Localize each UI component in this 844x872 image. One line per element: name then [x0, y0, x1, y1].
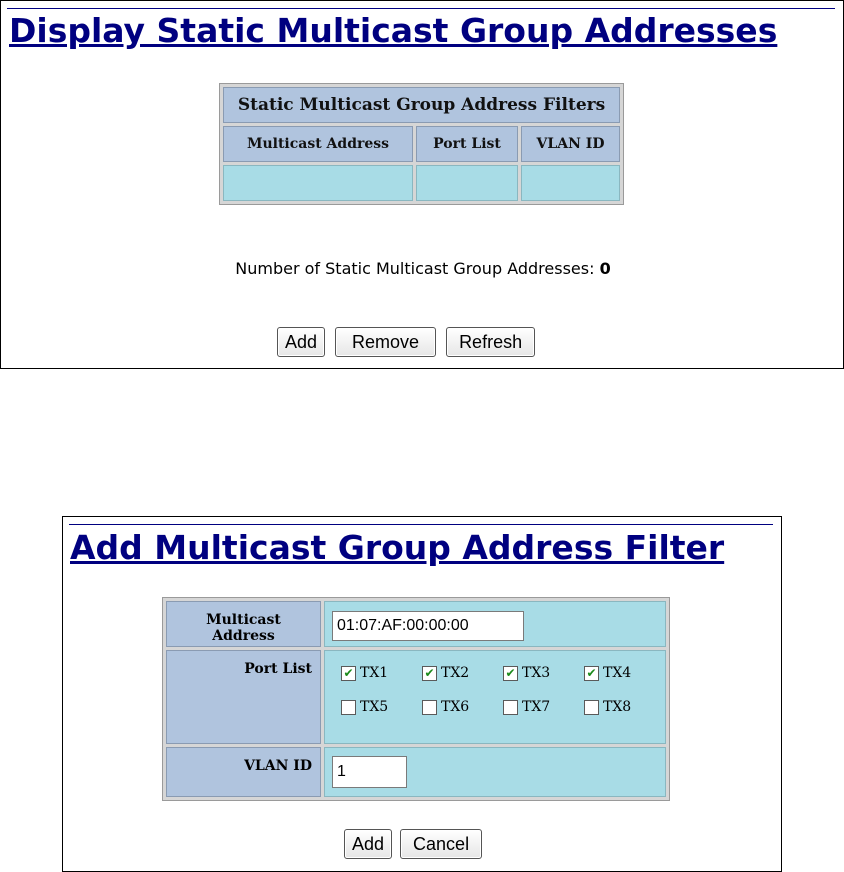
display-button-row: Add Remove Refresh [277, 327, 536, 357]
checkbox-tx2[interactable]: ✔ [422, 665, 437, 681]
port-label-tx6: TX6 [441, 699, 470, 715]
form-title: Add Multicast Group Address Filter [70, 528, 725, 567]
checkbox-tx4[interactable]: ✔ [584, 665, 599, 681]
table-caption: Static Multicast Group Address Filters [223, 87, 620, 123]
remove-button[interactable]: Remove [335, 327, 437, 357]
port-label-tx2: TX2 [441, 665, 470, 681]
page-title: Display Static Multicast Group Addresses [9, 11, 778, 50]
checkbox-tx8[interactable] [584, 699, 599, 715]
port-tx6[interactable]: TX6 [422, 699, 503, 715]
count-label: Number of Static Multicast Group Address… [235, 259, 595, 278]
cell-multicast-address [223, 165, 413, 201]
port-label-tx5: TX5 [360, 699, 389, 715]
checkbox-tx3[interactable]: ✔ [503, 665, 518, 681]
port-label-tx8: TX8 [603, 699, 632, 715]
port-list: ✔ TX1 ✔ TX2 ✔ TX3 ✔ TX4 TX5 TX6 TX7 TX8 [325, 651, 665, 715]
port-label-tx7: TX7 [522, 699, 551, 715]
table-row [223, 165, 620, 201]
column-header-multicast-address: Multicast Address [223, 126, 413, 162]
column-header-port-list: Port List [416, 126, 518, 162]
port-tx5[interactable]: TX5 [341, 699, 422, 715]
port-tx1[interactable]: ✔ TX1 [341, 665, 422, 681]
title-rule [7, 8, 835, 9]
add-filter-button[interactable]: Add [344, 829, 393, 859]
multicast-address-label: Multicast Address [166, 601, 321, 647]
cell-vlan-id [521, 165, 620, 201]
vlan-id-input[interactable] [332, 756, 407, 788]
add-filter-form: Multicast Address Port List ✔TX1 ✔TX2 ✔T… [162, 597, 670, 801]
display-static-multicast-panel: Display Static Multicast Group Addresses… [0, 0, 844, 369]
port-tx3[interactable]: ✔ TX3 [503, 665, 584, 681]
count-value: 0 [599, 259, 611, 278]
address-count: Number of Static Multicast Group Address… [1, 259, 844, 278]
title-rule [69, 524, 773, 525]
checkbox-tx5[interactable] [341, 699, 356, 715]
port-label-tx4: TX4 [603, 665, 632, 681]
multicast-address-input[interactable] [332, 611, 524, 641]
port-tx8[interactable]: TX8 [584, 699, 665, 715]
form-button-row: Add Cancel [344, 829, 483, 859]
port-tx2[interactable]: ✔ TX2 [422, 665, 503, 681]
checkbox-tx7[interactable] [503, 699, 518, 715]
port-list-label: Port List [166, 650, 321, 744]
port-label-tx1: TX1 [360, 665, 389, 681]
column-header-vlan-id: VLAN ID [521, 126, 620, 162]
multicast-filters-table: Static Multicast Group Address Filters M… [219, 83, 624, 205]
vlan-id-label: VLAN ID [166, 747, 321, 797]
refresh-button[interactable]: Refresh [446, 327, 536, 357]
port-tx7[interactable]: TX7 [503, 699, 584, 715]
cancel-button[interactable]: Cancel [400, 829, 483, 859]
checkbox-tx6[interactable] [422, 699, 437, 715]
checkbox-tx1[interactable]: ✔ [341, 665, 356, 681]
cell-port-list [416, 165, 518, 201]
port-tx4[interactable]: ✔ TX4 [584, 665, 665, 681]
add-button[interactable]: Add [277, 327, 326, 357]
port-label-tx3: TX3 [522, 665, 551, 681]
